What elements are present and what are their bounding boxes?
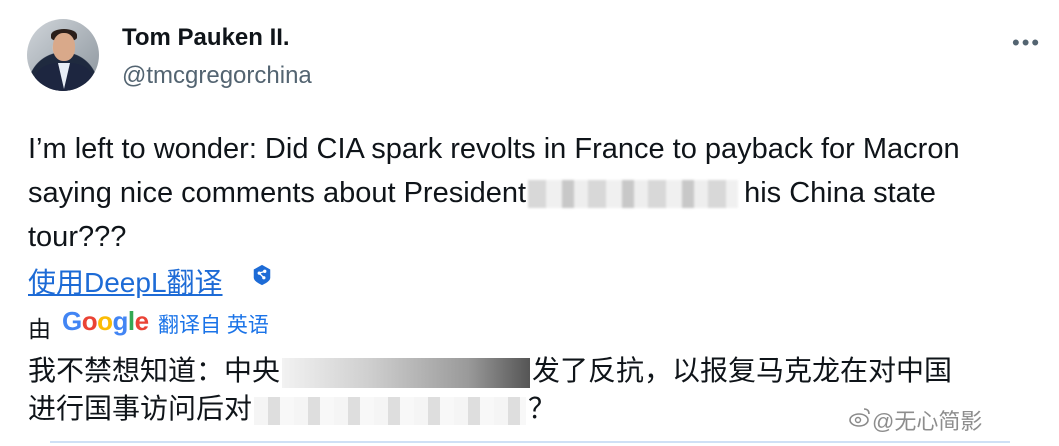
- divider: [50, 441, 1010, 443]
- translated-by-label: 由: [28, 316, 51, 342]
- google-letter: g: [112, 306, 129, 336]
- google-logo: Google: [62, 306, 149, 337]
- translated-fragment: 我不禁想知道：中央: [28, 355, 281, 386]
- translated-line: 我不禁想知道：中央 发了反抗，以报复马克龙在对中国: [28, 352, 1048, 390]
- weibo-icon: [849, 408, 870, 427]
- tweet-text-fragment: saying nice comments about President: [28, 177, 527, 209]
- author-handle[interactable]: @tmcgregorchina: [122, 62, 312, 90]
- google-letter: l: [127, 306, 135, 336]
- watermark-text: @无心简影: [872, 409, 983, 434]
- google-letter: o: [97, 306, 113, 336]
- translated-fragment: ？: [528, 393, 557, 424]
- google-letter: e: [134, 306, 149, 336]
- redacted-blur: [528, 180, 739, 209]
- tweet-text-line: I’m left to wonder: Did CIA spark revolt…: [28, 133, 960, 165]
- deepl-icon[interactable]: [251, 264, 273, 286]
- google-letter: G: [62, 306, 82, 336]
- redacted-blur: [254, 396, 527, 425]
- tweet-text-line: saying nice comments about President his …: [28, 171, 1043, 215]
- tweet-text-fragment: his China state: [744, 177, 936, 209]
- tweet-text: I’m left to wonder: Did CIA spark revolt…: [28, 127, 1043, 259]
- source-language-label[interactable]: 翻译自 英语: [158, 309, 269, 339]
- author-name[interactable]: Tom Pauken II.: [122, 24, 290, 52]
- translated-fragment: 发了反抗，以报复马克龙在对中国: [532, 355, 953, 386]
- avatar[interactable]: [27, 19, 99, 91]
- google-letter: o: [81, 306, 98, 336]
- more-options-icon[interactable]: •••: [1012, 30, 1041, 56]
- redacted-blur: [282, 357, 531, 388]
- avatar-face: [53, 33, 75, 61]
- tweet-text-line: tour???: [28, 221, 127, 253]
- deepl-translate-link[interactable]: 使用DeepL翻译: [28, 261, 223, 301]
- translated-fragment: 进行国事访问后对: [28, 393, 253, 424]
